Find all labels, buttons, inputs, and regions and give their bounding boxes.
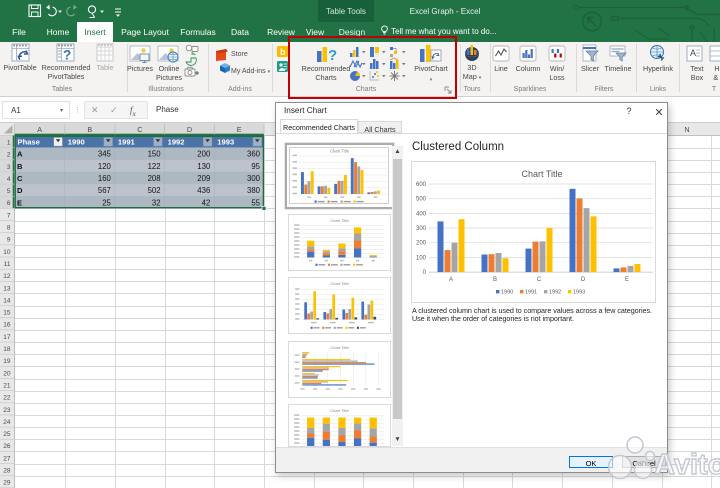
svg-text:1990: 1990 <box>501 289 513 295</box>
svg-text:2: 2 <box>7 152 11 159</box>
svg-text:27: 27 <box>3 455 11 462</box>
svg-text:1993: 1993 <box>217 138 234 147</box>
svg-text:95: 95 <box>251 162 260 171</box>
svg-text:Chart Title: Chart Title <box>330 218 349 223</box>
svg-text:300: 300 <box>416 226 427 232</box>
svg-text:380: 380 <box>247 186 261 195</box>
svg-text:436: 436 <box>197 186 210 195</box>
svg-text:160: 160 <box>98 174 112 183</box>
svg-text:122: 122 <box>148 162 161 171</box>
svg-text:B: B <box>87 125 92 134</box>
svg-text:Chart Title: Chart Title <box>330 281 349 286</box>
svg-text:B: B <box>17 162 23 171</box>
svg-text:Chart Title: Chart Title <box>330 149 350 154</box>
svg-text:E: E <box>625 277 629 283</box>
svg-text:11: 11 <box>4 261 11 268</box>
svg-text:A: A <box>690 48 696 58</box>
svg-text:150: 150 <box>148 150 162 159</box>
svg-text:7: 7 <box>7 212 11 219</box>
svg-text:28: 28 <box>3 468 11 475</box>
svg-text:10: 10 <box>3 249 11 256</box>
svg-text:14: 14 <box>3 297 11 304</box>
svg-text:A: A <box>37 125 42 134</box>
svg-text:200: 200 <box>416 241 427 247</box>
svg-text:19: 19 <box>3 358 11 365</box>
svg-text:25: 25 <box>102 198 111 207</box>
svg-text:6: 6 <box>7 200 11 207</box>
svg-text:100: 100 <box>416 255 427 261</box>
svg-text:?: ? <box>63 48 71 63</box>
svg-text:22: 22 <box>3 395 11 402</box>
svg-text:17: 17 <box>3 334 11 341</box>
svg-text:A: A <box>17 150 23 159</box>
svg-text:Chart Title: Chart Title <box>330 345 349 350</box>
svg-text:1992: 1992 <box>549 289 561 295</box>
svg-text:C: C <box>537 277 542 283</box>
svg-text:B: B <box>493 277 497 283</box>
svg-text:20: 20 <box>3 370 11 377</box>
svg-text:13: 13 <box>3 285 11 292</box>
svg-text:209: 209 <box>197 174 210 183</box>
svg-text:12: 12 <box>3 273 11 280</box>
svg-text:1: 1 <box>7 139 11 146</box>
svg-text:1992: 1992 <box>168 138 185 147</box>
svg-text:Chart Title: Chart Title <box>521 169 562 179</box>
svg-text:500: 500 <box>416 197 427 203</box>
svg-text:b: b <box>280 47 286 57</box>
svg-text:200: 200 <box>197 150 211 159</box>
svg-text:32: 32 <box>152 198 161 207</box>
svg-text:1991: 1991 <box>118 138 136 147</box>
svg-text:A: A <box>449 277 453 283</box>
svg-text:N: N <box>684 125 689 134</box>
svg-text:E: E <box>237 125 242 134</box>
svg-text:9: 9 <box>7 237 11 244</box>
svg-text:4: 4 <box>7 176 11 183</box>
svg-text:15: 15 <box>3 310 11 317</box>
svg-text:23: 23 <box>3 407 11 414</box>
svg-text:D: D <box>581 277 586 283</box>
svg-text:C: C <box>17 174 23 183</box>
svg-text:8: 8 <box>7 225 11 232</box>
svg-text:120: 120 <box>98 162 112 171</box>
svg-text:42: 42 <box>202 198 211 207</box>
svg-text:1993: 1993 <box>573 289 585 295</box>
svg-text:D: D <box>17 186 23 195</box>
svg-text:360: 360 <box>247 150 261 159</box>
svg-text:21: 21 <box>3 382 11 389</box>
svg-text:25: 25 <box>3 431 11 438</box>
svg-text:16: 16 <box>3 322 11 329</box>
svg-text:300: 300 <box>247 174 261 183</box>
svg-text:1991: 1991 <box>525 289 537 295</box>
svg-text:345: 345 <box>98 150 112 159</box>
svg-text:29: 29 <box>3 480 11 487</box>
svg-text:400: 400 <box>416 211 427 217</box>
svg-text:C: C <box>137 125 142 134</box>
svg-text:208: 208 <box>148 174 161 183</box>
svg-text:130: 130 <box>197 162 211 171</box>
svg-text:502: 502 <box>148 186 161 195</box>
svg-text:1990: 1990 <box>68 138 85 147</box>
svg-text:55: 55 <box>251 198 260 207</box>
svg-text:0: 0 <box>423 270 427 276</box>
svg-text:18: 18 <box>3 346 11 353</box>
svg-text:3: 3 <box>7 164 11 171</box>
svg-text:Phase: Phase <box>18 138 40 147</box>
svg-text:24: 24 <box>3 419 11 426</box>
svg-text:26: 26 <box>3 443 11 450</box>
svg-text:E: E <box>17 198 22 207</box>
svg-text:567: 567 <box>98 186 111 195</box>
svg-text:600: 600 <box>416 182 427 188</box>
svg-text:5: 5 <box>7 188 11 195</box>
svg-text:Chart Title: Chart Title <box>330 408 349 413</box>
svg-text:D: D <box>187 125 192 134</box>
